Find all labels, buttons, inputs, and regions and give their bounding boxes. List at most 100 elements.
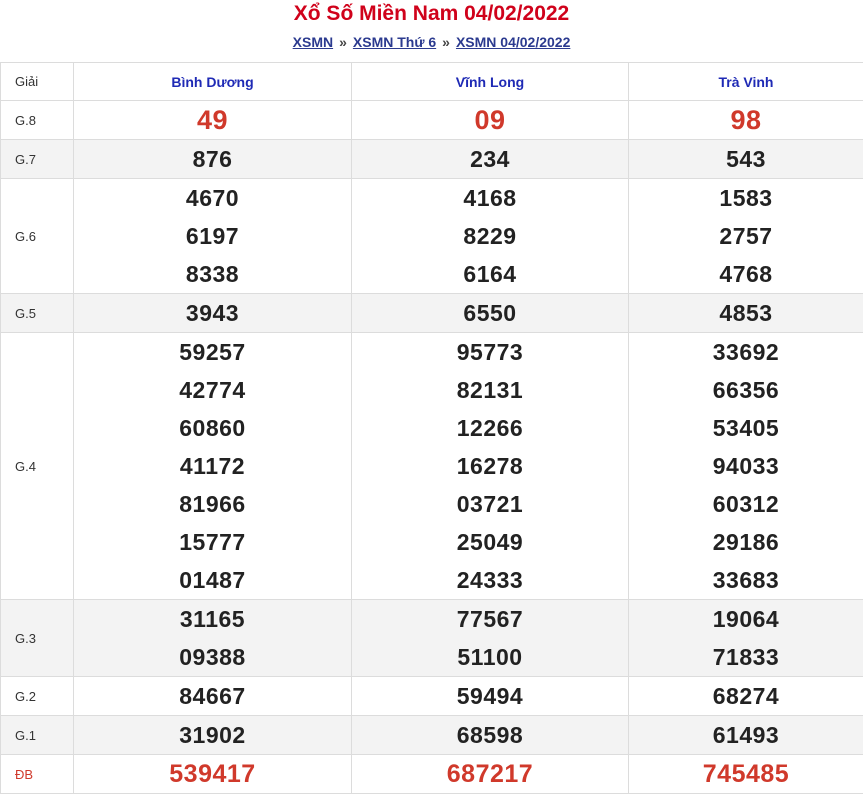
- prize-number: 09388: [179, 644, 246, 670]
- header-province-tra-vinh[interactable]: Trà Vinh: [628, 62, 863, 101]
- prize-label: ĐB: [0, 754, 74, 794]
- prize-number: 16278: [456, 453, 524, 479]
- prize-number: 59494: [456, 683, 524, 709]
- table-row: G.4 59257 42774 60860 41172 81966 15777 01487 95…: [0, 332, 863, 600]
- prize-number: 15777: [179, 529, 246, 555]
- prize-number: 71833: [712, 644, 780, 670]
- prize-cell: 19064 71833: [628, 599, 863, 677]
- page-title: Xổ Số Miền Nam 04/02/2022: [293, 2, 570, 25]
- prize-number: 84667: [179, 683, 246, 709]
- prize-number: 09: [474, 105, 506, 135]
- prize-number: 94033: [712, 453, 780, 479]
- prize-number: 234: [470, 146, 510, 172]
- table-row: G.2 84667 59494 68274: [0, 676, 863, 716]
- prize-number: 4670: [185, 185, 240, 211]
- header-province-binh-duong[interactable]: Bình Dương: [73, 62, 352, 101]
- prize-number: 33692: [712, 339, 780, 365]
- prize-cell: 59257 42774 60860 41172 81966 15777 01487: [73, 332, 352, 600]
- prize-number: 4168: [463, 185, 517, 211]
- prize-cell: 33692 66356 53405 94033 60312 29186 33683: [628, 332, 863, 600]
- table-row: G.7 876 234 543: [0, 139, 863, 179]
- prize-number: 49: [196, 105, 229, 135]
- header-province-vinh-long[interactable]: Vĩnh Long: [351, 62, 629, 101]
- prize-cell: 539417: [73, 754, 352, 794]
- prize-number: 1583: [719, 185, 773, 211]
- header-giai: Giải: [0, 62, 74, 101]
- prize-number: 98: [730, 105, 762, 135]
- prize-label: G.4: [0, 332, 74, 600]
- table-row: ĐB 539417 687217 745485: [0, 754, 863, 794]
- prize-cell: 543: [628, 139, 863, 179]
- prize-number: 31165: [179, 606, 246, 632]
- prize-label: G.3: [0, 599, 74, 677]
- prize-cell: 4168 8229 6164: [351, 178, 629, 294]
- prize-number: 19064: [712, 606, 780, 632]
- prize-number: 03721: [456, 491, 524, 517]
- prize-cell: 61493: [628, 715, 863, 755]
- table-row: G.8 49 09 98: [0, 100, 863, 140]
- breadcrumb-link-xsmn-thu-6[interactable]: XSMN Thứ 6: [353, 34, 436, 50]
- prize-number: 61493: [712, 722, 780, 748]
- prize-number: 4853: [719, 300, 773, 326]
- prize-number: 687217: [446, 760, 534, 788]
- prize-number: 82131: [456, 377, 524, 403]
- table-row: G.1 31902 68598 61493: [0, 715, 863, 755]
- prize-label: G.8: [0, 100, 74, 140]
- prize-number: 2757: [719, 223, 773, 249]
- results-table: Giải Bình Dương Vĩnh Long Trà Vinh G.8 49…: [0, 62, 863, 794]
- prize-cell: 49: [73, 100, 352, 140]
- prize-number: 6197: [185, 223, 240, 249]
- prize-label: G.6: [0, 178, 74, 294]
- prize-number: 95773: [456, 339, 524, 365]
- prize-number: 876: [192, 146, 233, 172]
- prize-number: 29186: [712, 529, 780, 555]
- prize-cell: 3943: [73, 293, 352, 333]
- prize-cell: 4853: [628, 293, 863, 333]
- prize-number: 12266: [456, 415, 524, 441]
- prize-number: 33683: [712, 567, 780, 593]
- breadcrumb-separator: »: [442, 34, 450, 50]
- prize-number: 66356: [712, 377, 780, 403]
- prize-cell: 876: [73, 139, 352, 179]
- prize-cell: 98: [628, 100, 863, 140]
- table-row: G.5 3943 6550 4853: [0, 293, 863, 333]
- prize-label: G.5: [0, 293, 74, 333]
- prize-cell: 31165 09388: [73, 599, 352, 677]
- prize-number: 59257: [179, 339, 246, 365]
- prize-number: 4768: [719, 261, 773, 287]
- prize-number: 42774: [179, 377, 246, 403]
- prize-cell: 68598: [351, 715, 629, 755]
- prize-cell: 234: [351, 139, 629, 179]
- breadcrumb: XSMN » XSMN Thứ 6 » XSMN 04/02/2022: [0, 28, 863, 62]
- prize-number: 60312: [712, 491, 780, 517]
- prize-cell: 95773 82131 12266 16278 03721 25049 24333: [351, 332, 629, 600]
- prize-cell: 745485: [628, 754, 863, 794]
- prize-label: G.1: [0, 715, 74, 755]
- prize-cell: 4670 6197 8338: [73, 178, 352, 294]
- prize-number: 8229: [463, 223, 517, 249]
- prize-number: 81966: [179, 491, 246, 517]
- prize-number: 745485: [702, 760, 790, 788]
- prize-number: 68274: [712, 683, 780, 709]
- prize-number: 8338: [185, 261, 240, 287]
- prize-number: 77567: [456, 606, 524, 632]
- prize-number: 53405: [712, 415, 780, 441]
- prize-number: 6164: [463, 261, 517, 287]
- table-header-row: Giải Bình Dương Vĩnh Long Trà Vinh: [0, 62, 863, 101]
- prize-cell: 1583 2757 4768: [628, 178, 863, 294]
- prize-cell: 77567 51100: [351, 599, 629, 677]
- prize-number: 01487: [179, 567, 246, 593]
- table-row: G.3 31165 09388 77567 51100 19064 71833: [0, 599, 863, 677]
- prize-number: 24333: [456, 567, 524, 593]
- prize-cell: 84667: [73, 676, 352, 716]
- prize-label: G.2: [0, 676, 74, 716]
- table-row: G.6 4670 6197 8338 4168 8229 6164 1583 2757 4768: [0, 178, 863, 294]
- breadcrumb-link-xsmn-date[interactable]: XSMN 04/02/2022: [456, 34, 570, 50]
- prize-cell: 59494: [351, 676, 629, 716]
- prize-number: 539417: [169, 760, 256, 788]
- prize-cell: 6550: [351, 293, 629, 333]
- prize-number: 25049: [456, 529, 524, 555]
- breadcrumb-link-xsmn[interactable]: XSMN: [293, 34, 333, 50]
- breadcrumb-separator: »: [339, 34, 347, 50]
- prize-number: 6550: [463, 300, 517, 326]
